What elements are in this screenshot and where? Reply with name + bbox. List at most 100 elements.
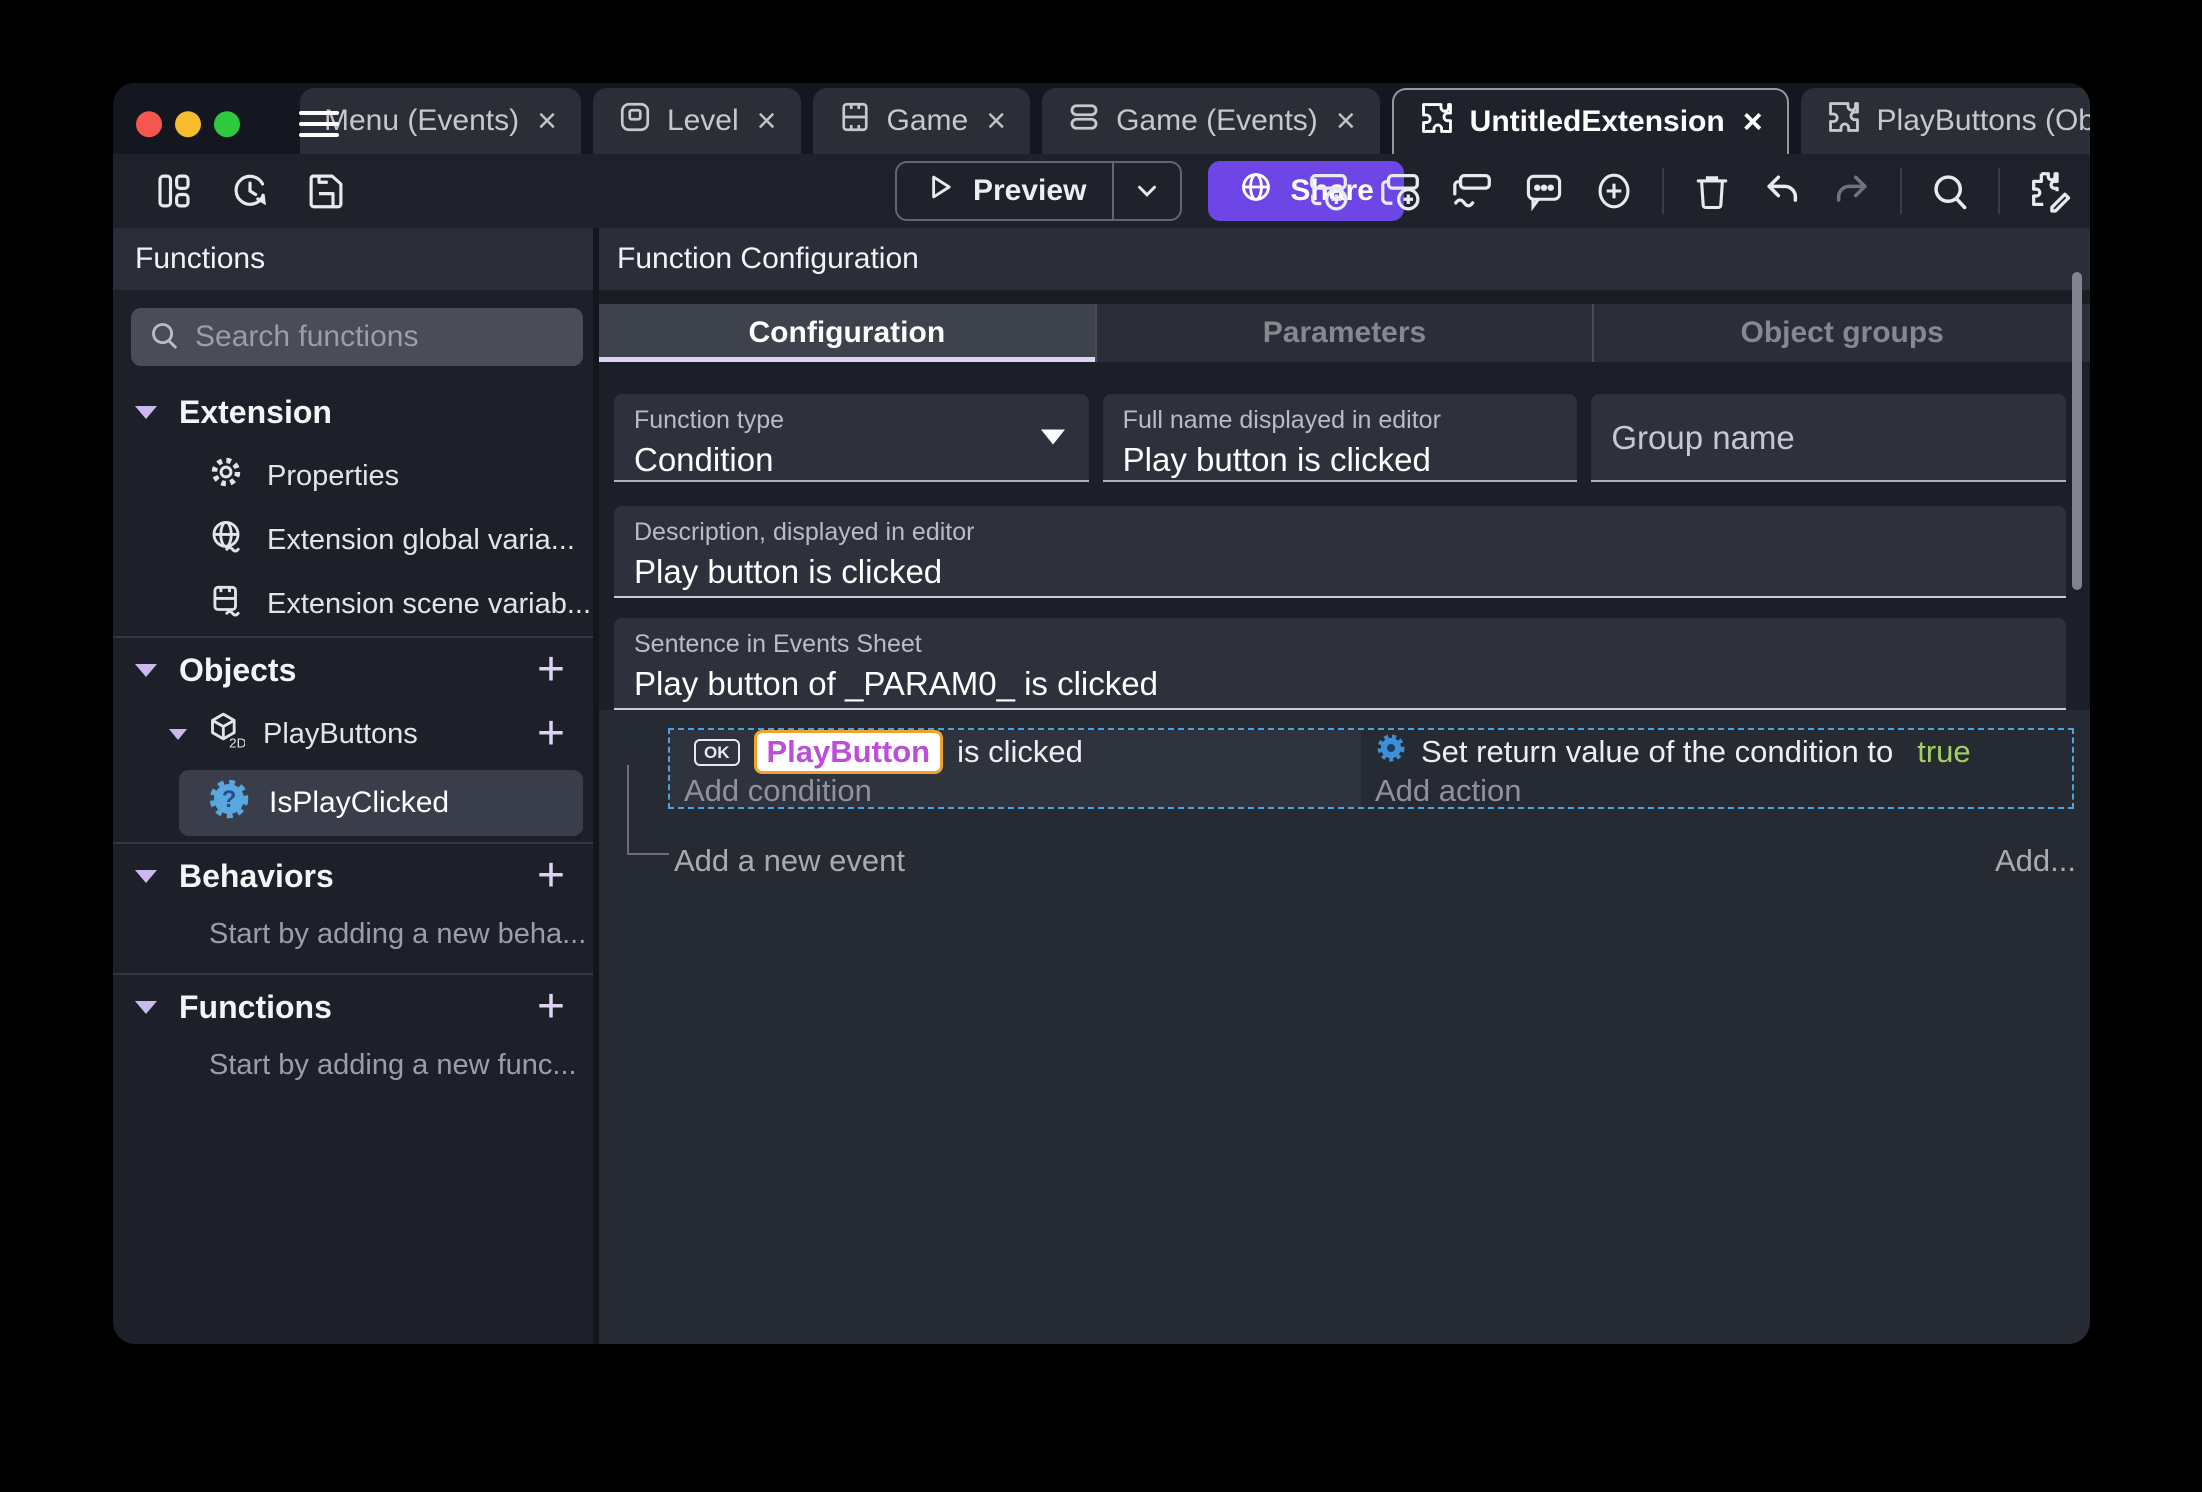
add-behavior-button[interactable]: +: [537, 852, 565, 900]
add-condition-button[interactable]: Add condition: [670, 773, 1361, 808]
description-field[interactable]: Description, displayed in editor Play bu…: [614, 506, 2066, 598]
field-value: Play button of _PARAM0_ is clicked: [634, 665, 1158, 702]
play-icon: [923, 170, 957, 212]
puzzle-icon: [1418, 99, 1456, 145]
action-row[interactable]: Set return value of the condition to tru…: [1361, 730, 2072, 774]
events-list-icon: [1066, 99, 1102, 143]
scene-variable-icon: [207, 581, 245, 627]
dropdown-caret-icon: [1040, 429, 1065, 445]
puzzle-icon: [1825, 98, 1863, 144]
tab-configuration[interactable]: Configuration: [599, 304, 1095, 362]
home-panels-icon[interactable]: [153, 170, 195, 212]
functions-sidebar: Functions Extension Properties Extension…: [113, 228, 599, 1344]
function-type-select[interactable]: Function type Condition: [614, 394, 1089, 482]
preview-button[interactable]: Preview: [895, 161, 1183, 221]
search-icon[interactable]: [1928, 169, 1972, 213]
full-name-field[interactable]: Full name displayed in editor Play butto…: [1102, 394, 1578, 482]
chevron-down-icon[interactable]: [169, 728, 187, 740]
tab-label: Game (Events): [1116, 104, 1318, 137]
tab-strip: Menu (Events) × Level × Game × Game (Eve…: [113, 83, 2090, 154]
scrollbar[interactable]: [2072, 272, 2082, 590]
object-2d-icon: 2D: [205, 710, 246, 758]
add-other-event-icon[interactable]: [1450, 168, 1496, 214]
add-more-button[interactable]: Add...: [1995, 843, 2076, 879]
app-window: Menu (Events) × Level × Game × Game (Eve…: [113, 83, 2090, 1344]
actions-column: Set return value of the condition to tru…: [1361, 730, 2072, 808]
save-icon[interactable]: [305, 170, 347, 212]
section-behaviors[interactable]: Behaviors +: [113, 844, 593, 908]
main-menu-icon[interactable]: [299, 111, 339, 137]
add-comment-icon[interactable]: [1522, 169, 1566, 213]
editor-tabs: Menu (Events) × Level × Game × Game (Eve…: [300, 88, 2090, 154]
event-block-selected[interactable]: OK PlayButton is clicked Add condition S…: [668, 728, 2074, 809]
tab-parameters[interactable]: Parameters: [1094, 304, 1593, 362]
condition-text: is clicked: [957, 734, 1083, 769]
close-window-button[interactable]: [136, 110, 162, 137]
svg-text:?: ?: [222, 786, 237, 813]
sidebar-item-properties[interactable]: Properties: [113, 444, 593, 508]
zoom-window-button[interactable]: [214, 110, 240, 137]
sidebar-item-extension-scene-variables[interactable]: Extension scene variab...: [113, 572, 593, 636]
tab-playbuttons-object[interactable]: PlayButtons (Object) ×: [1800, 88, 2090, 154]
edit-extension-icon[interactable]: [2026, 168, 2072, 214]
field-placeholder: Group name: [1611, 419, 1795, 456]
chevron-down-icon[interactable]: [135, 1000, 157, 1014]
chevron-down-icon[interactable]: [135, 869, 157, 883]
section-extension[interactable]: Extension: [113, 380, 593, 444]
close-icon[interactable]: ×: [537, 104, 557, 138]
film-icon: [837, 99, 873, 143]
item-label: Extension global varia...: [267, 523, 575, 556]
condition-row[interactable]: OK PlayButton is clicked: [670, 730, 1361, 774]
condition-type-icon: OK: [694, 738, 740, 766]
history-icon[interactable]: [229, 170, 271, 212]
conditions-column: OK PlayButton is clicked Add condition: [670, 730, 1361, 808]
section-objects[interactable]: Objects +: [113, 638, 593, 702]
minimize-window-button[interactable]: [175, 110, 201, 137]
tab-label: PlayButtons (Object): [1876, 104, 2090, 137]
tab-untitled-extension[interactable]: UntitledExtension ×: [1391, 88, 1789, 154]
add-function-button[interactable]: +: [537, 983, 565, 1031]
sidebar-item-isplayclicked[interactable]: ? IsPlayClicked: [179, 770, 583, 836]
tab-level[interactable]: Level ×: [592, 88, 801, 154]
add-circle-icon[interactable]: [1592, 169, 1636, 213]
chevron-down-icon[interactable]: [135, 405, 157, 419]
tab-game-events[interactable]: Game (Events) ×: [1042, 88, 1380, 154]
add-subevent-icon[interactable]: [1378, 168, 1424, 214]
item-label: Extension scene variab...: [267, 587, 592, 620]
close-icon[interactable]: ×: [757, 104, 777, 138]
close-icon[interactable]: ×: [986, 104, 1006, 138]
toolbar-divider: [1662, 168, 1664, 214]
delete-icon[interactable]: [1690, 169, 1734, 213]
search-functions-box[interactable]: [131, 308, 583, 366]
sentence-field[interactable]: Sentence in Events Sheet Play button of …: [614, 618, 2066, 710]
preview-dropdown-button[interactable]: [1114, 176, 1180, 206]
action-value: true: [1917, 734, 1971, 769]
sidebar-item-extension-global-variables[interactable]: Extension global varia...: [113, 508, 593, 572]
close-icon[interactable]: ×: [1336, 104, 1356, 138]
object-chip[interactable]: PlayButton: [753, 730, 944, 774]
add-new-event-button[interactable]: Add a new event: [674, 843, 905, 879]
close-icon[interactable]: ×: [1743, 105, 1763, 139]
field-value: Condition: [634, 441, 774, 478]
group-name-field[interactable]: Group name: [1591, 394, 2067, 482]
tab-game[interactable]: Game ×: [812, 88, 1031, 154]
tab-object-groups[interactable]: Object groups: [1592, 304, 2090, 362]
undo-icon[interactable]: [1760, 169, 1804, 213]
sidebar-title: Functions: [113, 228, 593, 290]
field-label: Sentence in Events Sheet: [634, 630, 922, 658]
add-event-icon[interactable]: [1306, 168, 1352, 214]
section-functions[interactable]: Functions +: [113, 975, 593, 1039]
field-label: Description, displayed in editor: [634, 518, 975, 546]
field-label: Function type: [634, 406, 785, 434]
redo-icon[interactable]: [1830, 169, 1874, 213]
sidebar-item-playbuttons[interactable]: 2D PlayButtons +: [113, 702, 593, 766]
chevron-down-icon[interactable]: [135, 663, 157, 677]
section-title: Functions: [179, 988, 332, 1025]
tab-label: Game: [886, 104, 969, 137]
behaviors-empty-text: Start by adding a new beha...: [209, 918, 587, 950]
tab-menu-events[interactable]: Menu (Events) ×: [300, 88, 581, 154]
add-action-button[interactable]: Add action: [1361, 773, 2072, 808]
add-object-function-button[interactable]: +: [537, 710, 565, 758]
search-functions-input[interactable]: [195, 320, 581, 354]
add-object-button[interactable]: +: [537, 646, 565, 694]
